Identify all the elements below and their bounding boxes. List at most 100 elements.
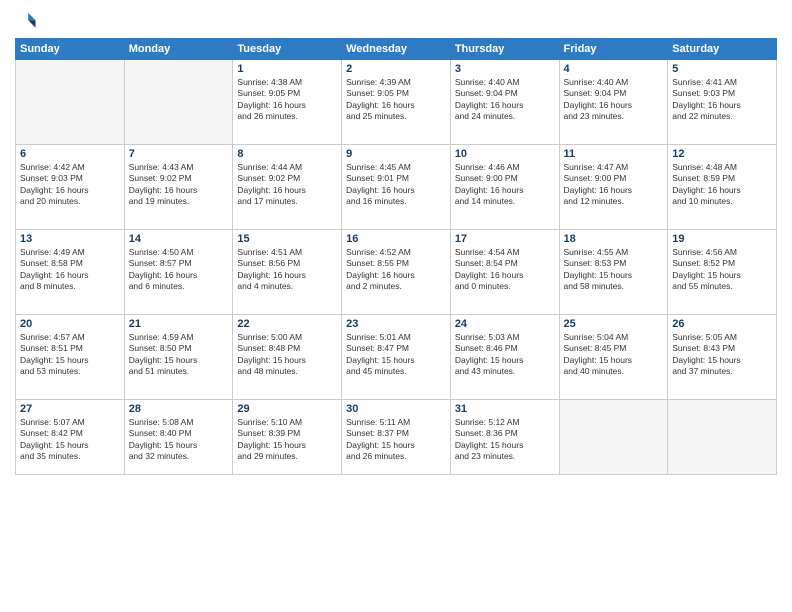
calendar-cell: 20 Sunrise: 4:57 AM Sunset: 8:51 PM Dayli… bbox=[16, 315, 125, 400]
day-info: Sunrise: 4:42 AM Sunset: 9:03 PM Dayligh… bbox=[20, 162, 120, 208]
day-info: Sunrise: 5:05 AM Sunset: 8:43 PM Dayligh… bbox=[672, 332, 772, 378]
calendar-week: 27 Sunrise: 5:07 AM Sunset: 8:42 PM Dayli… bbox=[16, 400, 777, 475]
day-info: Sunrise: 4:43 AM Sunset: 9:02 PM Dayligh… bbox=[129, 162, 229, 208]
calendar-cell: 8Sunrise: 4:44 AM Sunset: 9:02 PM Daylig… bbox=[233, 145, 342, 230]
day-number: 12 bbox=[672, 148, 772, 160]
day-number: 1 bbox=[237, 63, 337, 75]
calendar-cell: 30 Sunrise: 5:11 AM Sunset: 8:37 PM Dayli… bbox=[342, 400, 451, 475]
weekday-row: SundayMondayTuesdayWednesdayThursdayFrid… bbox=[16, 39, 777, 60]
day-info: Sunrise: 4:45 AM Sunset: 9:01 PM Dayligh… bbox=[346, 162, 446, 208]
calendar-cell bbox=[16, 60, 125, 145]
calendar-cell: 1 Sunrise: 4:38 AM Sunset: 9:05 PM Daylig… bbox=[233, 60, 342, 145]
day-number: 13 bbox=[20, 233, 120, 245]
logo bbox=[15, 10, 41, 32]
calendar-cell: 23 Sunrise: 5:01 AM Sunset: 8:47 PM Dayli… bbox=[342, 315, 451, 400]
day-number: 27 bbox=[20, 403, 120, 415]
day-number: 31 bbox=[455, 403, 555, 415]
weekday-header: Tuesday bbox=[233, 39, 342, 60]
calendar: SundayMondayTuesdayWednesdayThursdayFrid… bbox=[15, 38, 777, 475]
day-info: Sunrise: 5:00 AM Sunset: 8:48 PM Dayligh… bbox=[237, 332, 337, 378]
calendar-week: 6 Sunrise: 4:42 AM Sunset: 9:03 PM Daylig… bbox=[16, 145, 777, 230]
day-info: Sunrise: 5:07 AM Sunset: 8:42 PM Dayligh… bbox=[20, 417, 120, 463]
day-info: Sunrise: 4:57 AM Sunset: 8:51 PM Dayligh… bbox=[20, 332, 120, 378]
calendar-cell: 4 Sunrise: 4:40 AM Sunset: 9:04 PM Daylig… bbox=[559, 60, 668, 145]
calendar-cell: 2 Sunrise: 4:39 AM Sunset: 9:05 PM Daylig… bbox=[342, 60, 451, 145]
calendar-cell: 16Sunrise: 4:52 AM Sunset: 8:55 PM Dayli… bbox=[342, 230, 451, 315]
calendar-cell: 18 Sunrise: 4:55 AM Sunset: 8:53 PM Dayli… bbox=[559, 230, 668, 315]
day-number: 7 bbox=[129, 148, 229, 160]
day-number: 29 bbox=[237, 403, 337, 415]
day-number: 26 bbox=[672, 318, 772, 330]
day-info: Sunrise: 4:48 AM Sunset: 8:59 PM Dayligh… bbox=[672, 162, 772, 208]
day-number: 2 bbox=[346, 63, 446, 75]
calendar-header: SundayMondayTuesdayWednesdayThursdayFrid… bbox=[16, 39, 777, 60]
calendar-cell: 22 Sunrise: 5:00 AM Sunset: 8:48 PM Dayli… bbox=[233, 315, 342, 400]
day-info: Sunrise: 4:59 AM Sunset: 8:50 PM Dayligh… bbox=[129, 332, 229, 378]
day-number: 30 bbox=[346, 403, 446, 415]
day-number: 8 bbox=[237, 148, 337, 160]
calendar-cell bbox=[124, 60, 233, 145]
day-info: Sunrise: 5:04 AM Sunset: 8:45 PM Dayligh… bbox=[564, 332, 664, 378]
day-number: 21 bbox=[129, 318, 229, 330]
day-info: Sunrise: 4:38 AM Sunset: 9:05 PM Dayligh… bbox=[237, 77, 337, 123]
day-info: Sunrise: 4:47 AM Sunset: 9:00 PM Dayligh… bbox=[564, 162, 664, 208]
logo-icon bbox=[15, 10, 37, 32]
day-info: Sunrise: 4:54 AM Sunset: 8:54 PM Dayligh… bbox=[455, 247, 555, 293]
day-info: Sunrise: 5:01 AM Sunset: 8:47 PM Dayligh… bbox=[346, 332, 446, 378]
day-number: 4 bbox=[564, 63, 664, 75]
weekday-header: Saturday bbox=[668, 39, 777, 60]
day-number: 11 bbox=[564, 148, 664, 160]
day-number: 17 bbox=[455, 233, 555, 245]
day-number: 18 bbox=[564, 233, 664, 245]
day-info: Sunrise: 4:46 AM Sunset: 9:00 PM Dayligh… bbox=[455, 162, 555, 208]
calendar-cell: 3 Sunrise: 4:40 AM Sunset: 9:04 PM Daylig… bbox=[450, 60, 559, 145]
calendar-cell: 25 Sunrise: 5:04 AM Sunset: 8:45 PM Dayli… bbox=[559, 315, 668, 400]
calendar-cell bbox=[668, 400, 777, 475]
weekday-header: Wednesday bbox=[342, 39, 451, 60]
calendar-cell: 7 Sunrise: 4:43 AM Sunset: 9:02 PM Daylig… bbox=[124, 145, 233, 230]
day-info: Sunrise: 4:40 AM Sunset: 9:04 PM Dayligh… bbox=[455, 77, 555, 123]
day-number: 19 bbox=[672, 233, 772, 245]
weekday-header: Thursday bbox=[450, 39, 559, 60]
calendar-cell: 21 Sunrise: 4:59 AM Sunset: 8:50 PM Dayli… bbox=[124, 315, 233, 400]
calendar-week: 20 Sunrise: 4:57 AM Sunset: 8:51 PM Dayli… bbox=[16, 315, 777, 400]
day-number: 3 bbox=[455, 63, 555, 75]
day-info: Sunrise: 5:11 AM Sunset: 8:37 PM Dayligh… bbox=[346, 417, 446, 463]
day-info: Sunrise: 4:51 AM Sunset: 8:56 PM Dayligh… bbox=[237, 247, 337, 293]
day-number: 5 bbox=[672, 63, 772, 75]
day-number: 20 bbox=[20, 318, 120, 330]
day-number: 16 bbox=[346, 233, 446, 245]
calendar-cell: 6 Sunrise: 4:42 AM Sunset: 9:03 PM Daylig… bbox=[16, 145, 125, 230]
day-number: 23 bbox=[346, 318, 446, 330]
day-number: 15 bbox=[237, 233, 337, 245]
day-info: Sunrise: 5:03 AM Sunset: 8:46 PM Dayligh… bbox=[455, 332, 555, 378]
calendar-cell: 15 Sunrise: 4:51 AM Sunset: 8:56 PM Dayli… bbox=[233, 230, 342, 315]
calendar-cell: 11 Sunrise: 4:47 AM Sunset: 9:00 PM Dayli… bbox=[559, 145, 668, 230]
day-info: Sunrise: 4:55 AM Sunset: 8:53 PM Dayligh… bbox=[564, 247, 664, 293]
day-info: Sunrise: 4:56 AM Sunset: 8:52 PM Dayligh… bbox=[672, 247, 772, 293]
day-number: 28 bbox=[129, 403, 229, 415]
calendar-cell: 5Sunrise: 4:41 AM Sunset: 9:03 PM Daylig… bbox=[668, 60, 777, 145]
day-number: 6 bbox=[20, 148, 120, 160]
calendar-cell: 31Sunrise: 5:12 AM Sunset: 8:36 PM Dayli… bbox=[450, 400, 559, 475]
calendar-cell: 10Sunrise: 4:46 AM Sunset: 9:00 PM Dayli… bbox=[450, 145, 559, 230]
day-number: 22 bbox=[237, 318, 337, 330]
calendar-cell: 13Sunrise: 4:49 AM Sunset: 8:58 PM Dayli… bbox=[16, 230, 125, 315]
day-number: 9 bbox=[346, 148, 446, 160]
calendar-cell: 19 Sunrise: 4:56 AM Sunset: 8:52 PM Dayli… bbox=[668, 230, 777, 315]
weekday-header: Friday bbox=[559, 39, 668, 60]
calendar-cell: 27 Sunrise: 5:07 AM Sunset: 8:42 PM Dayli… bbox=[16, 400, 125, 475]
calendar-body: 1 Sunrise: 4:38 AM Sunset: 9:05 PM Daylig… bbox=[16, 60, 777, 475]
day-info: Sunrise: 4:39 AM Sunset: 9:05 PM Dayligh… bbox=[346, 77, 446, 123]
calendar-week: 13Sunrise: 4:49 AM Sunset: 8:58 PM Dayli… bbox=[16, 230, 777, 315]
calendar-cell: 28 Sunrise: 5:08 AM Sunset: 8:40 PM Dayli… bbox=[124, 400, 233, 475]
calendar-cell: 12 Sunrise: 4:48 AM Sunset: 8:59 PM Dayli… bbox=[668, 145, 777, 230]
day-info: Sunrise: 5:08 AM Sunset: 8:40 PM Dayligh… bbox=[129, 417, 229, 463]
day-info: Sunrise: 4:40 AM Sunset: 9:04 PM Dayligh… bbox=[564, 77, 664, 123]
weekday-header: Sunday bbox=[16, 39, 125, 60]
day-number: 14 bbox=[129, 233, 229, 245]
weekday-header: Monday bbox=[124, 39, 233, 60]
calendar-cell: 14Sunrise: 4:50 AM Sunset: 8:57 PM Dayli… bbox=[124, 230, 233, 315]
day-number: 25 bbox=[564, 318, 664, 330]
calendar-cell bbox=[559, 400, 668, 475]
